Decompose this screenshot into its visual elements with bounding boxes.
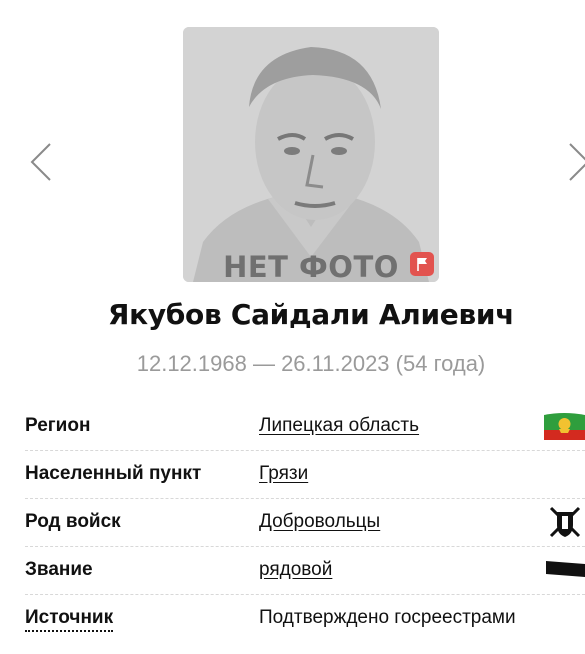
portrait-placeholder-icon — [183, 27, 439, 282]
info-label: Звание — [25, 559, 93, 580]
region-emblem-icon — [544, 413, 585, 440]
rank-link[interactable]: рядовой — [259, 559, 332, 581]
person-name: Якубов Сайдали Алиевич — [107, 298, 515, 331]
chevron-right-icon[interactable] — [566, 140, 585, 184]
settlement-link[interactable]: Грязи — [259, 463, 308, 485]
volunteers-emblem-icon — [549, 506, 581, 538]
source-label[interactable]: Источник — [25, 607, 114, 632]
info-row-region: Регион Липецкая область — [25, 403, 585, 451]
info-row-source: Источник Подтверждено госреестрами — [25, 595, 585, 643]
flag-icon — [417, 258, 427, 271]
info-table: Регион Липецкая область Населенный пункт… — [25, 403, 585, 643]
rank-insignia-icon — [546, 561, 585, 577]
source-value: Подтверждено госреестрами — [259, 607, 516, 628]
info-label: Населенный пункт — [25, 463, 202, 484]
info-row-branch: Род войск Добровольцы — [25, 499, 585, 547]
life-dates: 12.12.1968 — 26.11.2023 (54 года) — [136, 351, 486, 376]
branch-link[interactable]: Добровольцы — [259, 511, 380, 533]
info-label: Род войск — [25, 511, 121, 532]
no-photo-caption: НЕТ ФОТО — [223, 250, 399, 282]
portrait-photo: НЕТ ФОТО — [183, 27, 439, 282]
region-link[interactable]: Липецкая область — [259, 415, 419, 437]
info-row-settlement: Населенный пункт Грязи — [25, 451, 585, 499]
info-row-rank: Звание рядовой — [25, 547, 585, 595]
info-label: Регион — [25, 415, 91, 436]
report-button[interactable] — [410, 252, 434, 276]
chevron-left-icon[interactable] — [28, 140, 54, 184]
